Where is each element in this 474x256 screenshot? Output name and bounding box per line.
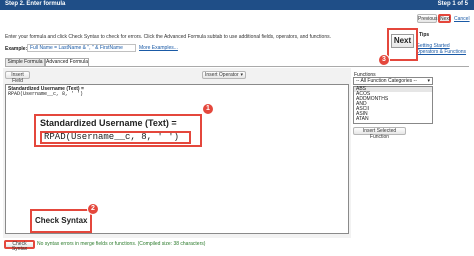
tips-link-operators-functions[interactable]: Operators & Functions — [416, 49, 466, 55]
more-examples-link[interactable]: More Examples... — [139, 45, 178, 51]
example-label: Example: — [5, 46, 28, 52]
callout-next-label: Next — [391, 34, 414, 48]
cancel-link[interactable]: Cancel — [454, 16, 470, 22]
function-category-select[interactable]: -- All Function Categories -- ▾ — [353, 77, 433, 85]
tab-advanced-formula[interactable]: Advanced Formula — [45, 58, 89, 66]
insert-field-button[interactable]: Insert Field — [5, 71, 30, 84]
syntax-status-text: No syntax errors in merge fields or func… — [37, 241, 206, 247]
function-category-value: -- All Function Categories -- — [356, 78, 417, 84]
tips-heading: Tips — [419, 32, 430, 38]
callout-badge-1: 1 — [202, 103, 214, 115]
tab-divider — [5, 66, 469, 67]
step-header: Step 2. Enter formula Step 1 of 5 — [0, 0, 474, 10]
callout-formula-text: RPAD(Username__c, 8, ' ') — [40, 131, 191, 144]
list-item[interactable]: ATAN — [354, 117, 432, 122]
tab-simple-formula[interactable]: Simple Formula — [5, 58, 45, 66]
callout-formula-label: Standardized Username (Text) = — [40, 118, 177, 128]
chevron-down-icon: ▾ — [240, 72, 243, 78]
callout-badge-2: 2 — [87, 203, 99, 215]
callout-next: Next — [387, 28, 418, 61]
previous-button[interactable]: Previous — [417, 14, 437, 23]
step-counter: Step 1 of 5 — [437, 1, 468, 7]
insert-operator-button[interactable]: Insert Operator ▾ — [202, 71, 246, 79]
callout-formula-zoom: Standardized Username (Text) = RPAD(User… — [34, 114, 202, 147]
check-syntax-button[interactable]: Check Syntax — [4, 240, 35, 252]
example-formula: Full Name = LastName & ", " & FirstName — [27, 44, 136, 52]
callout-check-syntax: Check Syntax — [30, 209, 92, 233]
formula-text: RPAD(Username__c, 8, ' ') — [8, 91, 84, 97]
next-button-small[interactable]: Next — [438, 14, 451, 23]
chevron-down-icon: ▾ — [427, 78, 430, 84]
step-title: Step 2. Enter formula — [5, 1, 66, 7]
callout-check-syntax-label: Check Syntax — [35, 216, 88, 225]
insert-operator-label: Insert Operator — [205, 72, 239, 78]
callout-badge-3: 3 — [378, 54, 390, 66]
insert-selected-function-button[interactable]: Insert Selected Function — [353, 127, 406, 140]
instructions-text: Enter your formula and click Check Synta… — [5, 34, 331, 40]
function-list[interactable]: ABS ACOS ADDMONTHS AND ASCII ASIN ATAN — [353, 86, 433, 124]
